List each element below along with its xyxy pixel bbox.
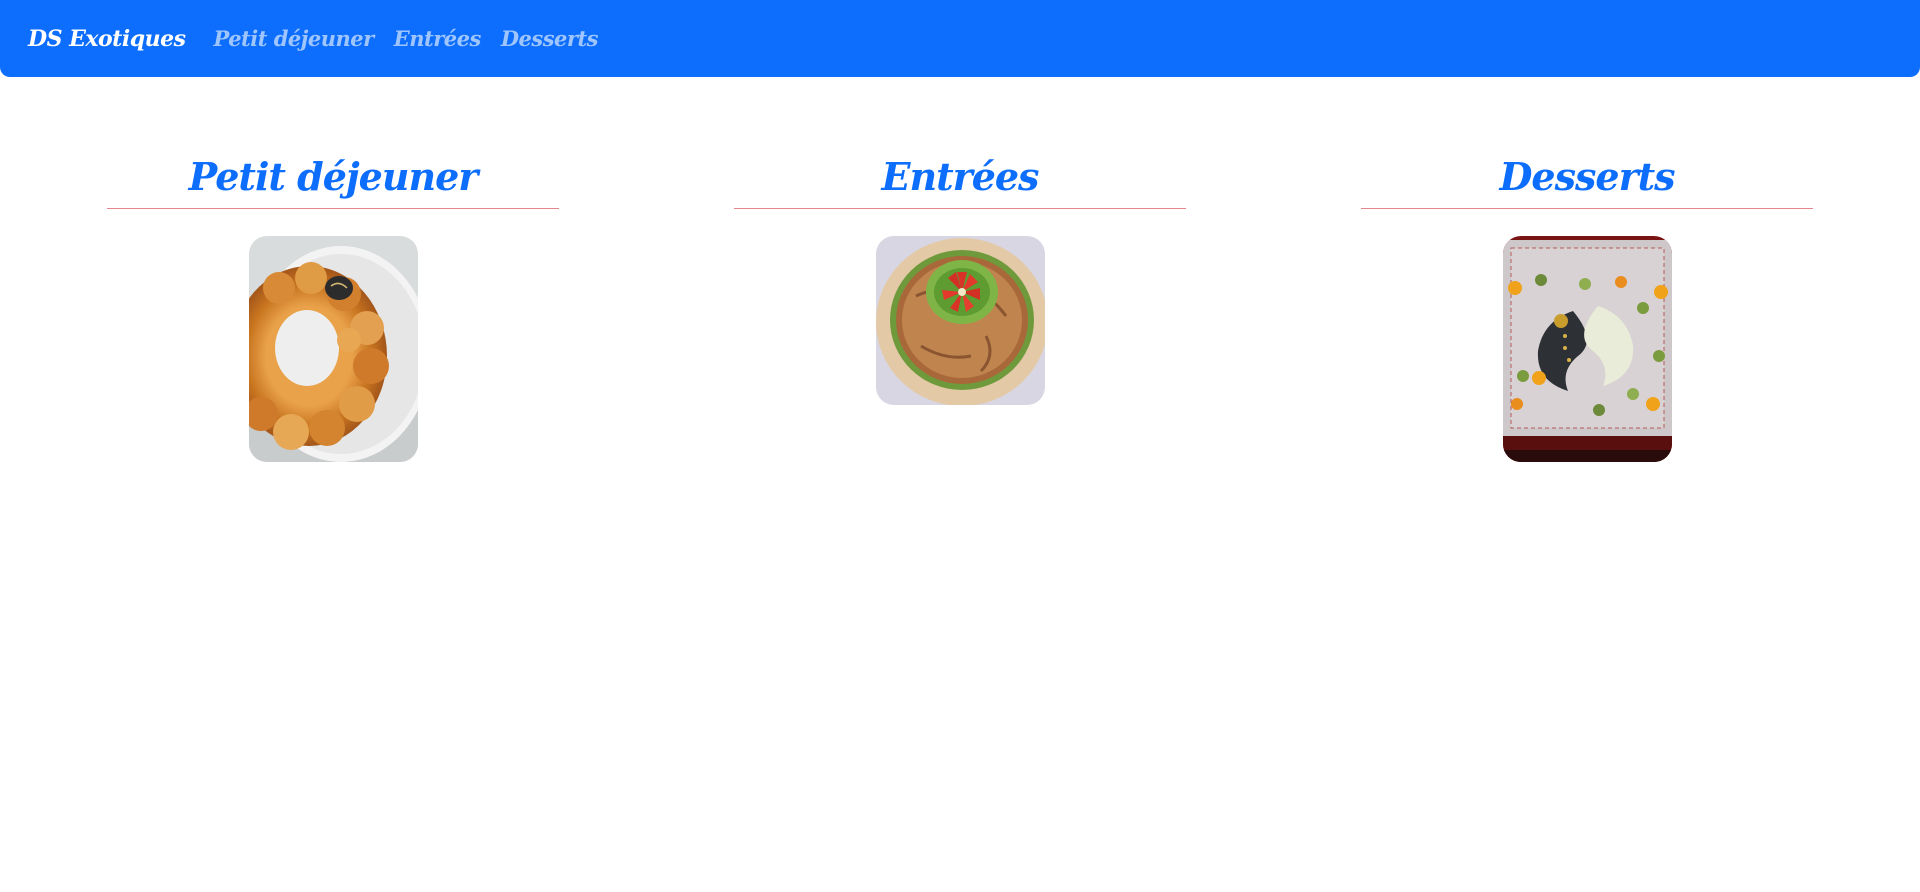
navbar: DS Exotiques Petit déjeuner Entrées Dess… [0, 0, 1920, 77]
section-title-entrees[interactable]: Entrées [882, 150, 1040, 204]
breakfast-photo[interactable] [248, 236, 418, 462]
brand-link[interactable]: DS Exotiques [28, 26, 186, 52]
nav-link-petit-dejeuner[interactable]: Petit déjeuner [213, 26, 374, 51]
dessert-photo[interactable] [1502, 236, 1672, 462]
section-desserts: Desserts [1361, 150, 1813, 462]
entree-photo[interactable] [875, 236, 1045, 405]
section-petit-dejeuner: Petit déjeuner [107, 150, 559, 462]
section-entrees: Entrées [734, 150, 1186, 405]
nav-link-entrees[interactable]: Entrées [394, 26, 482, 51]
section-divider [107, 208, 559, 209]
section-title-petit-dejeuner[interactable]: Petit déjeuner [189, 150, 479, 204]
nav-link-desserts[interactable]: Desserts [501, 26, 599, 51]
section-divider [734, 208, 1186, 209]
section-divider [1361, 208, 1813, 209]
section-title-desserts[interactable]: Desserts [1499, 150, 1675, 204]
